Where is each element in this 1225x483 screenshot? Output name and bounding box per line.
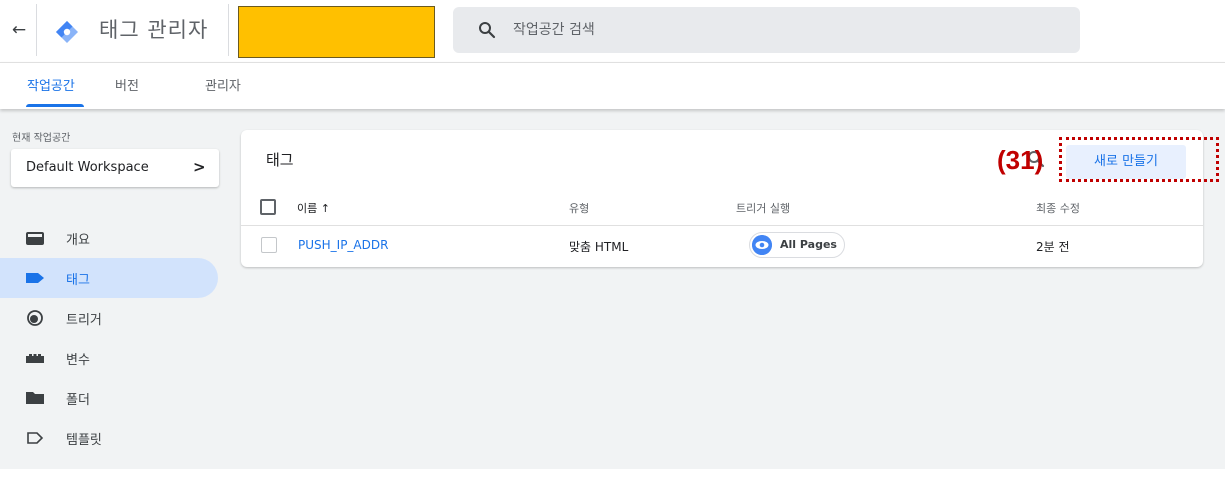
sidebar-item-overview[interactable]: 개요 <box>0 218 218 258</box>
sidebar-item-folders[interactable]: 폴더 <box>0 378 218 418</box>
app-title: 태그 관리자 <box>99 18 209 42</box>
workspace-name: Default Workspace <box>26 160 149 175</box>
tag-manager-logo-icon <box>56 21 78 43</box>
select-all-checkbox[interactable] <box>260 199 276 215</box>
tags-card: 태그 (31) 새로 만들기 이름 ↑ 유형 트리거 실행 최종 수정 PUSH… <box>241 130 1219 267</box>
page-bottom <box>0 469 1225 483</box>
current-workspace-label: 현재 작업공간 <box>12 133 71 144</box>
header-divider-2 <box>228 4 229 56</box>
table-divider <box>241 225 1203 226</box>
back-arrow-icon[interactable]: ← <box>9 20 29 40</box>
workspace-selector[interactable]: Default Workspace > <box>11 149 219 187</box>
chevron-right-icon: > <box>193 158 206 176</box>
sidebar-item-label: 템플릿 <box>66 433 102 448</box>
last-modified: 2분 전 <box>1036 240 1070 254</box>
column-header-trigger[interactable]: 트리거 실행 <box>736 200 790 216</box>
eye-icon <box>752 235 772 255</box>
trigger-chip[interactable]: All Pages <box>749 232 845 258</box>
column-header-modified[interactable]: 최종 수정 <box>1036 200 1080 216</box>
step-annotation: (31) <box>997 145 1044 175</box>
folder-icon <box>26 392 44 404</box>
trigger-label: All Pages <box>780 238 837 251</box>
row-checkbox[interactable] <box>261 237 277 253</box>
template-icon <box>27 432 44 444</box>
search-icon <box>479 22 496 39</box>
search-input[interactable] <box>513 7 1053 53</box>
header-divider <box>36 4 37 56</box>
sidebar-item-label: 태그 <box>66 273 90 288</box>
tab-admin[interactable]: 관리자 <box>205 75 241 94</box>
overview-icon <box>26 232 44 245</box>
trigger-icon <box>27 310 43 326</box>
account-selector-redacted[interactable] <box>238 6 435 58</box>
sidebar-item-label: 트리거 <box>66 313 102 328</box>
tag-icon <box>26 273 44 283</box>
sidebar-item-tags[interactable]: 태그 <box>0 258 218 298</box>
tag-name-link[interactable]: PUSH_IP_ADDR <box>298 238 388 252</box>
sidebar-item-templates[interactable]: 템플릿 <box>0 418 218 458</box>
top-app-bar: ← 태그 관리자 <box>0 0 1225 62</box>
sidebar-item-label: 변수 <box>66 353 90 368</box>
sidebar-item-triggers[interactable]: 트리거 <box>0 298 218 338</box>
main-content: 현재 작업공간 Default Workspace > 개요 태그 트리거 변수 <box>0 109 1225 469</box>
tab-workspace[interactable]: 작업공간 <box>27 75 75 94</box>
column-header-name[interactable]: 이름 ↑ <box>297 200 330 216</box>
sidebar-item-label: 폴더 <box>66 393 90 408</box>
sidebar-item-label: 개요 <box>66 233 90 248</box>
tab-versions[interactable]: 버전 <box>115 75 139 94</box>
annotation-highlight-frame <box>1059 137 1219 182</box>
variables-icon <box>26 354 44 363</box>
workspace-search[interactable] <box>453 7 1080 53</box>
sidebar-item-variables[interactable]: 변수 <box>0 338 218 378</box>
column-header-type[interactable]: 유형 <box>569 200 589 216</box>
tag-type: 맞춤 HTML <box>569 240 629 254</box>
active-tab-indicator <box>26 104 84 107</box>
workspace-tabs: 작업공간 버전 관리자 <box>0 62 1225 109</box>
card-title: 태그 <box>266 151 294 169</box>
